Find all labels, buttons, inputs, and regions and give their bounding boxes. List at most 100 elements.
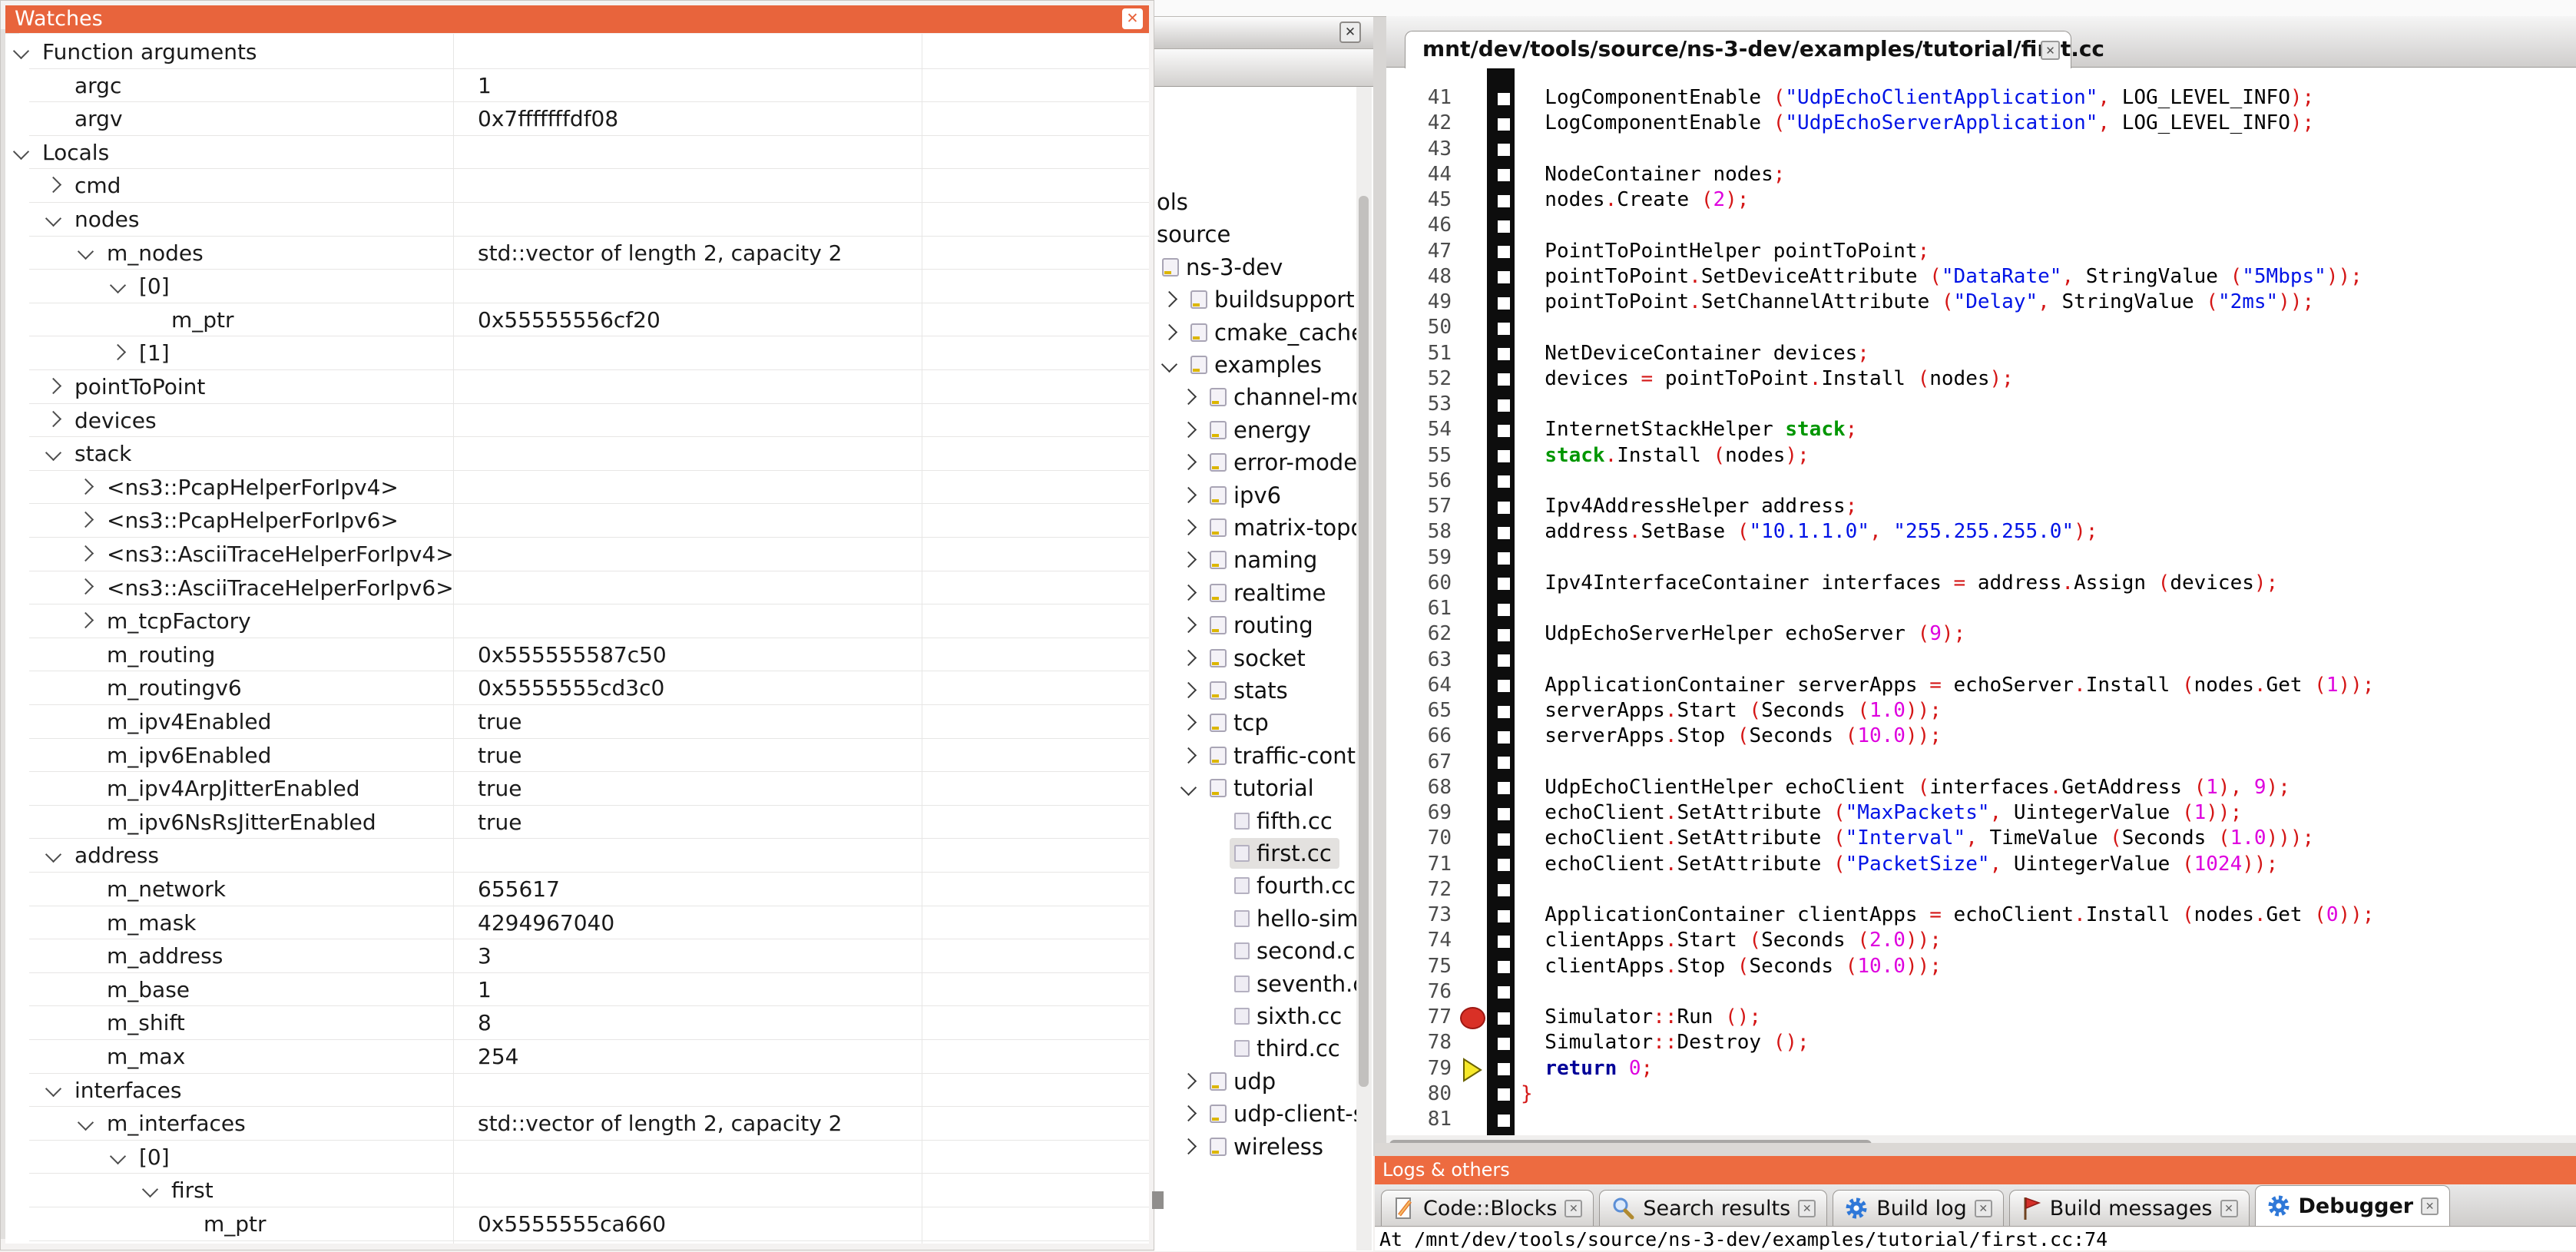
tree-item-content[interactable]: udp-client-ser [1205, 1098, 1358, 1129]
tree-item-content[interactable]: stats [1205, 675, 1296, 706]
code-editor[interactable]: 41 LogComponentEnable ("UdpEchoClientApp… [1386, 68, 2576, 1135]
tree-item-content[interactable]: wireless [1205, 1131, 1331, 1162]
chevron-down-icon[interactable] [142, 1181, 158, 1197]
line-number[interactable]: 63 [1386, 648, 1452, 671]
line-number[interactable]: 60 [1386, 571, 1452, 595]
line-number[interactable]: 55 [1386, 444, 1452, 467]
tree-item-routing[interactable]: routing [1154, 608, 1358, 641]
line-number[interactable]: 52 [1386, 367, 1452, 390]
chevron-down-icon[interactable] [45, 846, 61, 863]
watch-row[interactable]: <ns3::PcapHelperForIpv6> [29, 504, 1149, 538]
line-number[interactable]: 54 [1386, 418, 1452, 441]
tree-item-channel-mod[interactable]: channel-mod [1154, 380, 1358, 413]
logs-tab-build-messages[interactable]: Build messages✕ [2009, 1190, 2250, 1226]
tree-item-fifth-cc[interactable]: fifth.cc [1154, 804, 1358, 837]
tree-item-content[interactable]: examples [1186, 349, 1329, 380]
tree-item-content[interactable]: ns-3-dev [1157, 252, 1290, 283]
chevron-right-icon[interactable] [1180, 649, 1197, 665]
fold-marker[interactable] [1498, 195, 1510, 207]
pane-splitter[interactable] [1373, 15, 1386, 1156]
chevron-right-icon[interactable] [1180, 682, 1197, 698]
fold-marker[interactable] [1498, 680, 1510, 692]
chevron-right-icon[interactable] [1180, 585, 1197, 601]
watch-row[interactable]: [0] [29, 270, 1149, 303]
logs-tab-code-blocks[interactable]: Code::Blocks✕ [1381, 1190, 1594, 1226]
close-icon[interactable]: ✕ [1339, 22, 1361, 43]
chevron-down-icon[interactable] [45, 1081, 61, 1097]
watch-row[interactable]: m_ipv4Enabledtrue [29, 705, 1149, 739]
watch-row[interactable]: m_ipv6Enabledtrue [29, 739, 1149, 773]
watch-row[interactable]: m_nodesstd::vector of length 2, capacity… [29, 237, 1149, 270]
chevron-right-icon[interactable] [1180, 551, 1197, 568]
chevron-down-icon[interactable] [45, 445, 61, 461]
tree-item-sixth-cc[interactable]: sixth.cc [1154, 999, 1358, 1032]
tree-item-first-cc[interactable]: first.cc [1154, 836, 1358, 869]
tree-item-ipv6[interactable]: ipv6 [1154, 479, 1358, 512]
watch-row[interactable]: Locals [29, 136, 1149, 170]
tree-item-source[interactable]: source [1154, 217, 1358, 250]
line-number[interactable]: 65 [1386, 699, 1452, 722]
line-number[interactable]: 62 [1386, 622, 1452, 645]
tree-item-content[interactable]: naming [1205, 545, 1325, 575]
chevron-right-icon[interactable] [1180, 454, 1197, 470]
chevron-right-icon[interactable] [1180, 1073, 1197, 1089]
tree-item-tcp[interactable]: tcp [1154, 706, 1358, 739]
fold-marker[interactable] [1498, 884, 1510, 896]
watch-row[interactable]: pointToPoint [29, 370, 1149, 404]
line-number[interactable]: 51 [1386, 342, 1452, 365]
fold-marker[interactable] [1498, 654, 1510, 667]
chevron-down-icon[interactable] [110, 277, 126, 293]
tree-item-matrix-topolo[interactable]: matrix-topolo [1154, 511, 1358, 544]
watch-row[interactable]: m_address3 [29, 939, 1149, 973]
chevron-right-icon[interactable] [1180, 422, 1197, 438]
line-number[interactable]: 64 [1386, 674, 1452, 697]
line-number[interactable]: 68 [1386, 776, 1452, 799]
tree-item-content[interactable]: fourth.cc [1230, 870, 1358, 901]
watch-row[interactable]: m_ipv4ArpJitterEnabledtrue [29, 772, 1149, 806]
fold-marker[interactable] [1498, 1088, 1510, 1101]
chevron-down-icon[interactable] [1180, 780, 1197, 796]
fold-marker[interactable] [1498, 731, 1510, 744]
close-icon[interactable]: ✕ [2421, 1197, 2439, 1215]
tree-item-content[interactable]: routing [1205, 610, 1321, 641]
fold-marker[interactable] [1498, 425, 1510, 437]
fold-marker[interactable] [1498, 502, 1510, 514]
close-icon[interactable]: ✕ [1798, 1200, 1816, 1217]
watch-row[interactable]: m_mask4294967040 [29, 906, 1149, 940]
logs-panel-title[interactable]: Logs & others [1375, 1156, 2576, 1184]
line-number[interactable]: 57 [1386, 495, 1452, 518]
tree-item-content[interactable]: energy [1205, 415, 1319, 445]
line-number[interactable]: 45 [1386, 188, 1452, 211]
tree-item-content[interactable]: tcp [1205, 707, 1276, 738]
tree-item-content[interactable]: fifth.cc [1230, 806, 1340, 836]
tree-item-content[interactable]: ols [1154, 187, 1196, 217]
line-number[interactable]: 47 [1386, 240, 1452, 263]
logs-tab-debugger[interactable]: Debugger✕ [2255, 1185, 2451, 1226]
line-number[interactable]: 77 [1386, 1005, 1452, 1028]
watch-row[interactable]: <ns3::PcapHelperForIpv4> [29, 471, 1149, 505]
line-number[interactable]: 43 [1386, 137, 1452, 161]
fold-marker[interactable] [1498, 450, 1510, 462]
watch-row[interactable]: argv0x7fffffffdf08 [29, 102, 1149, 136]
chevron-down-icon[interactable] [13, 43, 29, 59]
tree-item-examples[interactable]: examples [1154, 348, 1358, 381]
fold-marker[interactable] [1498, 961, 1510, 973]
line-number[interactable]: 42 [1386, 111, 1452, 134]
fold-marker[interactable] [1498, 757, 1510, 769]
editor-tab-first-cc[interactable]: mnt/dev/tools/source/ns-3-dev/examples/t… [1405, 31, 2071, 68]
chevron-right-icon[interactable] [1180, 519, 1197, 535]
tree-item-content[interactable]: ipv6 [1205, 480, 1289, 511]
tree-item-content[interactable]: realtime [1205, 578, 1333, 608]
tree-item-content[interactable]: first.cc [1230, 838, 1339, 869]
tree-item-content[interactable]: traffic-contro [1205, 740, 1358, 771]
line-number[interactable]: 48 [1386, 265, 1452, 288]
tree-item-fourth-cc[interactable]: fourth.cc [1154, 869, 1358, 902]
chevron-right-icon[interactable] [78, 512, 94, 528]
tree-item-buildsupport[interactable]: buildsupport [1154, 283, 1358, 316]
fold-marker[interactable] [1498, 246, 1510, 258]
fold-marker[interactable] [1498, 782, 1510, 794]
breakpoint-icon[interactable] [1460, 1007, 1485, 1029]
tree-item-content[interactable]: cmake_cache [1186, 317, 1358, 348]
chevron-right-icon[interactable] [45, 378, 61, 394]
tree-item-hello-simul[interactable]: hello-simul [1154, 902, 1358, 935]
